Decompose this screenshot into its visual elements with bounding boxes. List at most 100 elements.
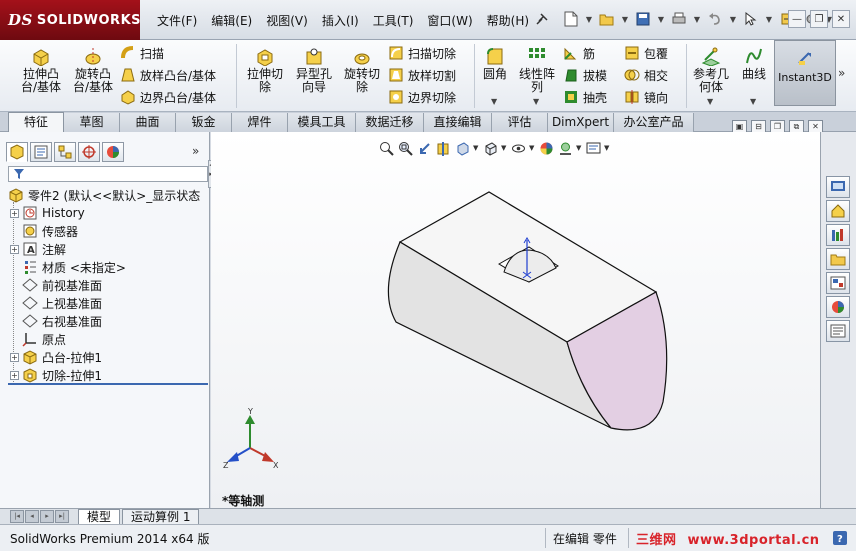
expand-icon[interactable]: + [10,352,19,362]
tree-item-material[interactable]: 材质 <未指定> [8,258,208,276]
chevron-down-icon[interactable]: ▼ [620,8,630,30]
rib-button[interactable]: 筋 [563,42,595,64]
save-icon[interactable] [632,8,654,30]
tree-item-front-plane[interactable]: 前视基准面 [8,276,208,294]
undo-icon[interactable] [704,8,726,30]
menu-help[interactable]: 帮助(H) [480,8,536,33]
menu-file[interactable]: 文件(F) [150,8,204,33]
zoom-to-fit-icon[interactable] [378,140,394,156]
tab-model[interactable]: 模型 [78,509,121,525]
display-manager-tab-icon[interactable] [102,142,124,162]
menu-view[interactable]: 视图(V) [259,8,315,33]
tab-mold-tools[interactable]: 模具工具 [288,113,356,132]
edit-appearance-icon[interactable] [538,140,554,156]
view-settings-icon[interactable] [585,140,601,156]
menu-edit[interactable]: 编辑(E) [204,8,259,33]
last-tab-icon[interactable]: ▸| [55,510,69,523]
tab-sketch[interactable]: 草图 [64,113,120,132]
hide-show-items-icon[interactable] [510,140,526,156]
chevron-right-icon[interactable]: » [192,144,199,158]
chevron-down-icon[interactable]: ▼ [750,97,756,106]
chevron-down-icon[interactable]: ▼ [491,97,497,106]
tree-root-part[interactable]: 零件2 (默认<<默认>_显示状态 [8,186,208,204]
expand-icon[interactable]: + [10,370,19,380]
boundary-cut-button[interactable]: 边界切除 [388,86,456,108]
linear-pattern-button[interactable]: 线性阵 列 [515,46,559,94]
chevron-down-icon[interactable]: ▼ [656,8,666,30]
hole-wizard-button[interactable]: 异型孔 向导 [292,46,336,94]
tree-item-cut-extrude1[interactable]: + 切除-拉伸1 [8,366,208,384]
configuration-manager-tab-icon[interactable] [54,142,76,162]
display-style-icon[interactable] [482,140,498,156]
chevron-down-icon[interactable]: ▼ [764,8,774,30]
solidworks-logo[interactable]: DS SOLIDWORKS [0,0,141,40]
menu-window[interactable]: 窗口(W) [420,8,479,33]
tree-item-right-plane[interactable]: 右视基准面 [8,312,208,330]
chevron-down-icon[interactable]: ▼ [692,8,702,30]
chevron-right-icon[interactable]: » [838,66,845,80]
reference-geometry-button[interactable]: 参考几 何体 [690,46,732,94]
tab-evaluate[interactable]: 评估 [492,113,548,132]
draft-button[interactable]: 拔模 [563,64,607,86]
view-palette-icon[interactable] [826,272,850,294]
close-icon[interactable]: ✕ [832,10,850,28]
pin-icon[interactable] [535,12,549,26]
intersect-button[interactable]: 相交 [624,64,668,86]
chevron-down-icon[interactable]: ▼ [473,144,479,152]
tab-surfaces[interactable]: 曲面 [120,113,176,132]
chevron-down-icon[interactable]: ▼ [707,97,713,106]
previous-view-icon[interactable] [416,140,432,156]
apply-scene-icon[interactable] [557,140,573,156]
chevron-down-icon[interactable]: ▼ [728,8,738,30]
boundary-boss-button[interactable]: 边界凸台/基体 [120,86,216,108]
expand-icon[interactable]: + [10,244,19,254]
open-icon[interactable] [596,8,618,30]
shell-button[interactable]: 抽壳 [563,86,607,108]
file-explorer-icon[interactable] [826,248,850,270]
chevron-down-icon[interactable]: ▼ [584,8,594,30]
chevron-down-icon[interactable]: ▼ [533,97,539,106]
home-icon[interactable] [826,200,850,222]
chevron-down-icon[interactable]: ▼ [501,144,507,152]
tree-item-origin[interactable]: 原点 [8,330,208,348]
graphics-area[interactable]: Y X Z [211,132,820,508]
tab-motion-study-1[interactable]: 运动算例 1 [122,509,200,525]
sweep-button[interactable]: 扫描 [120,42,164,64]
extrude-boss-button[interactable]: 拉伸凸 台/基体 [18,46,64,94]
view-orientation-icon[interactable] [454,140,470,156]
tab-weldments[interactable]: 焊件 [232,113,288,132]
zoom-to-area-icon[interactable] [397,140,413,156]
menu-insert[interactable]: 插入(I) [315,8,366,33]
tree-item-boss-extrude1[interactable]: + 凸台-拉伸1 [8,348,208,366]
model-viewport[interactable]: Y X Z [211,132,820,508]
feature-manager-tab-icon[interactable] [6,142,28,162]
property-manager-tab-icon[interactable] [30,142,52,162]
tab-office-products[interactable]: 办公室产品 [614,113,694,132]
first-tab-icon[interactable]: |◂ [10,510,24,523]
wrap-button[interactable]: 包覆 [624,42,668,64]
tab-features[interactable]: 特征 [8,112,64,133]
curves-button[interactable]: 曲线 [737,46,771,81]
rollback-bar[interactable] [8,383,208,385]
select-icon[interactable] [740,8,762,30]
appearances-icon[interactable] [826,296,850,318]
section-view-icon[interactable] [435,140,451,156]
next-tab-icon[interactable]: ▸ [40,510,54,523]
previous-tab-icon[interactable]: ◂ [25,510,39,523]
chevron-down-icon[interactable]: ▼ [576,144,582,152]
tree-item-top-plane[interactable]: 上视基准面 [8,294,208,312]
filter-bar[interactable] [8,166,208,182]
fillet-button[interactable]: 圆角 [478,46,512,81]
design-library-icon[interactable] [826,224,850,246]
tab-data-migration[interactable]: 数据迁移 [356,113,424,132]
custom-properties-icon[interactable] [826,320,850,342]
instant3d-button[interactable]: Instant3D [774,40,836,106]
help-icon[interactable]: ? [832,530,848,546]
tab-sheet-metal[interactable]: 钣金 [176,113,232,132]
dimxpert-manager-tab-icon[interactable] [78,142,100,162]
tree-item-sensors[interactable]: 传感器 [8,222,208,240]
loft-button[interactable]: 放样凸台/基体 [120,64,216,86]
lofted-cut-button[interactable]: 放样切割 [388,64,456,86]
extrude-cut-button[interactable]: 拉伸切 除 [243,46,287,94]
chevron-down-icon[interactable]: ▼ [604,144,610,152]
